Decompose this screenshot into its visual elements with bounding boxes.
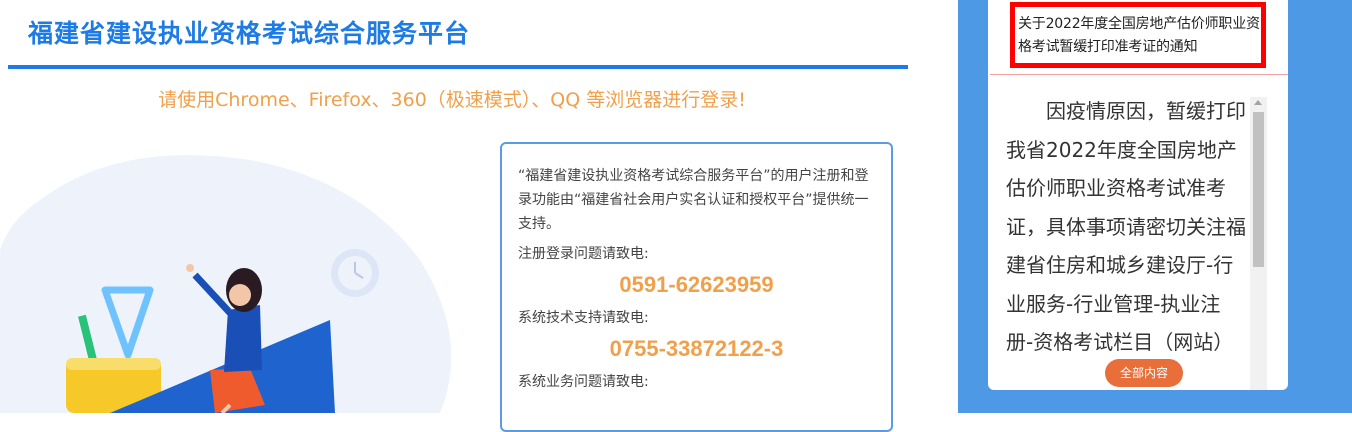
notice-divider: [990, 74, 1288, 75]
contact-label-login: 注册登录问题请致电:: [518, 246, 649, 262]
scroll-up-arrow-icon[interactable]: [1254, 100, 1262, 105]
contact-info-box: “福建省建设执业资格考试综合服务平台”的用户注册和登录功能由“福建省社会用户实名…: [500, 142, 893, 432]
site-title: 福建省建设执业资格考试综合服务平台: [28, 19, 471, 48]
contact-label-business: 系统业务问题请致电:: [518, 374, 649, 390]
notice-title[interactable]: 关于2022年度全国房地产估价师职业资格考试暂缓打印准考证的通知: [1010, 2, 1266, 68]
contact-label-tech: 系统技术支持请致电:: [518, 310, 649, 326]
browser-notice: 请使用Chrome、Firefox、360（极速模式）、QQ 等浏览器进行登录!: [158, 89, 746, 111]
scroll-thumb[interactable]: [1253, 112, 1264, 267]
title-divider: [8, 65, 908, 69]
all-content-button[interactable]: 全部内容: [1105, 359, 1183, 387]
notice-scrollbar[interactable]: [1250, 97, 1267, 390]
phone-tech: 0755-33872122-3: [609, 336, 784, 361]
info-description: “福建省建设执业资格考试综合服务平台”的用户注册和登录功能由“福建省社会用户实名…: [518, 168, 869, 232]
phone-login: 0591-62623959: [619, 272, 774, 297]
clock-icon: [331, 249, 379, 297]
illustration: [0, 155, 452, 413]
notice-body: 因疫情原因，暂缓打印我省2022年度全国房地产估价师职业资格考试准考证，具体事项…: [1006, 99, 1246, 354]
